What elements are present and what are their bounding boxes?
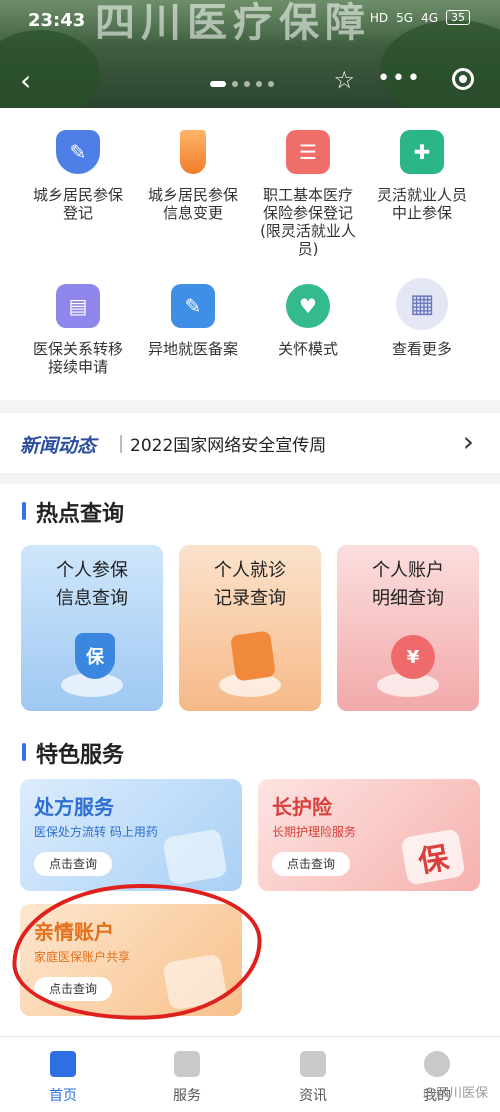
tab-label: 首页 — [49, 1088, 77, 1104]
card-title: 长护险 — [272, 795, 332, 819]
news-ticker[interactable]: 新闻动态 2022国家网络安全宣传周 › — [0, 413, 500, 473]
hot-card-account-details[interactable]: 个人账户 明细查询 ¥ — [337, 545, 479, 711]
query-button[interactable]: 点击查询 — [272, 852, 350, 876]
divider — [120, 435, 122, 453]
insurance-badge-icon: 保 — [400, 828, 466, 886]
service-label: 查看更多 — [391, 340, 452, 358]
special-card-prescription[interactable]: 处方服务 医保处方流转 码上用药 点击查询 — [20, 779, 242, 891]
service-label: 异地就医备案 — [147, 340, 238, 358]
chevron-right-icon[interactable]: › — [463, 425, 474, 458]
service-item[interactable]: ✚ 灵活就业人员中止参保 — [362, 130, 482, 222]
network-label: HD — [369, 10, 389, 25]
tab-label: 资讯 — [299, 1088, 327, 1104]
printer-icon: ▤ — [56, 284, 100, 328]
tab-news[interactable]: 资讯 — [268, 1051, 358, 1105]
service-label: 城乡居民参保信息变更 — [147, 186, 238, 222]
content-section: 热点查询 个人参保 信息查询 保 个人就诊 记录查询 个人账户 明细查询 ¥ 特色服务… — [0, 484, 500, 1111]
service-item[interactable]: ♥ 关怀模式 — [248, 284, 368, 358]
status-time: 23:43 — [28, 10, 86, 31]
signal2-label: 4G — [421, 10, 438, 25]
tab-home[interactable]: 首页 — [18, 1051, 108, 1105]
record-book-icon — [229, 630, 277, 682]
shield-icon: 保 — [75, 633, 115, 679]
medical-kit-icon: ✚ — [400, 130, 444, 174]
heart-person-icon: ♥ — [286, 284, 330, 328]
service-label: 灵活就业人员中止参保 — [376, 186, 467, 222]
news-title[interactable]: 2022国家网络安全宣传周 — [130, 431, 326, 456]
yuan-coin-icon: ¥ — [391, 635, 435, 679]
services-grid: ✎ 城乡居民参保登记 城乡居民参保信息变更 ☰ 职工基本医疗保险参保登记(限灵活… — [0, 108, 500, 400]
service-label: 关怀模式 — [277, 340, 338, 358]
service-item[interactable]: ▤ 医保关系转移接续申请 — [18, 284, 138, 376]
hot-card-insurance-info[interactable]: 个人参保 信息查询 保 — [21, 545, 163, 711]
watermark: @四川医保 — [422, 1086, 488, 1101]
back-icon[interactable]: ‹ — [20, 64, 31, 97]
user-icon — [424, 1051, 450, 1077]
service-item[interactable]: ✎ 异地就医备案 — [133, 284, 253, 358]
card-title: 处方服务 — [34, 795, 114, 819]
special-card-long-term-care[interactable]: 长护险 长期护理险服务 点击查询 保 — [258, 779, 480, 891]
hot-card-visit-records[interactable]: 个人就诊 记录查询 — [179, 545, 321, 711]
shield-pen-icon: ✎ — [56, 130, 100, 174]
service-label: 城乡居民参保登记 — [32, 186, 123, 222]
header-banner: 四川医疗保障 23:43 HD 5G 4G 35 ‹ ☆ ••• — [0, 0, 500, 108]
news-icon — [300, 1051, 326, 1077]
grid-icon — [174, 1051, 200, 1077]
star-icon[interactable]: ☆ — [333, 66, 355, 94]
news-tag: 新闻动态 — [20, 435, 97, 457]
home-icon — [50, 1051, 76, 1077]
service-label: 医保关系转移接续申请 — [32, 340, 123, 376]
mini-program-close-icon[interactable] — [452, 68, 474, 90]
document-pen-icon: ✎ — [171, 284, 215, 328]
section-title-special: 特色服务 — [22, 737, 124, 769]
card-subtitle: 长期护理险服务 — [272, 825, 357, 839]
service-item[interactable]: ☰ 职工基本医疗保险参保登记(限灵活就业人员) — [248, 130, 368, 258]
battery-icon: 35 — [446, 10, 470, 25]
service-label: 职工基本医疗保险参保登记(限灵活就业人员) — [260, 186, 356, 258]
tab-services[interactable]: 服务 — [142, 1051, 232, 1105]
service-item[interactable]: 城乡居民参保信息变更 — [133, 130, 253, 222]
card-title: 个人账户 明细查询 — [372, 560, 444, 609]
card-title: 个人就诊 记录查询 — [214, 560, 286, 609]
query-button[interactable]: 点击查询 — [34, 852, 112, 876]
signal-label: 5G — [396, 10, 414, 25]
id-card-icon: ☰ — [286, 130, 330, 174]
card-subtitle: 医保处方流转 码上用药 — [34, 825, 158, 839]
tie-icon — [180, 130, 206, 174]
tab-label: 服务 — [173, 1088, 201, 1104]
status-bar: 23:43 HD 5G 4G 35 — [0, 0, 500, 42]
status-icons: HD 5G 4G 35 — [370, 10, 470, 25]
service-item[interactable]: ✎ 城乡居民参保登记 — [18, 130, 138, 222]
section-title-hot: 热点查询 — [22, 496, 124, 528]
card-title: 个人参保 信息查询 — [56, 560, 128, 609]
medicine-box-icon — [162, 828, 228, 886]
grid-more-icon: ▦ — [396, 278, 448, 330]
more-icon[interactable]: ••• — [377, 66, 422, 91]
service-item[interactable]: ▦ 查看更多 — [362, 278, 482, 358]
nav-row: ‹ ☆ ••• — [0, 62, 500, 100]
